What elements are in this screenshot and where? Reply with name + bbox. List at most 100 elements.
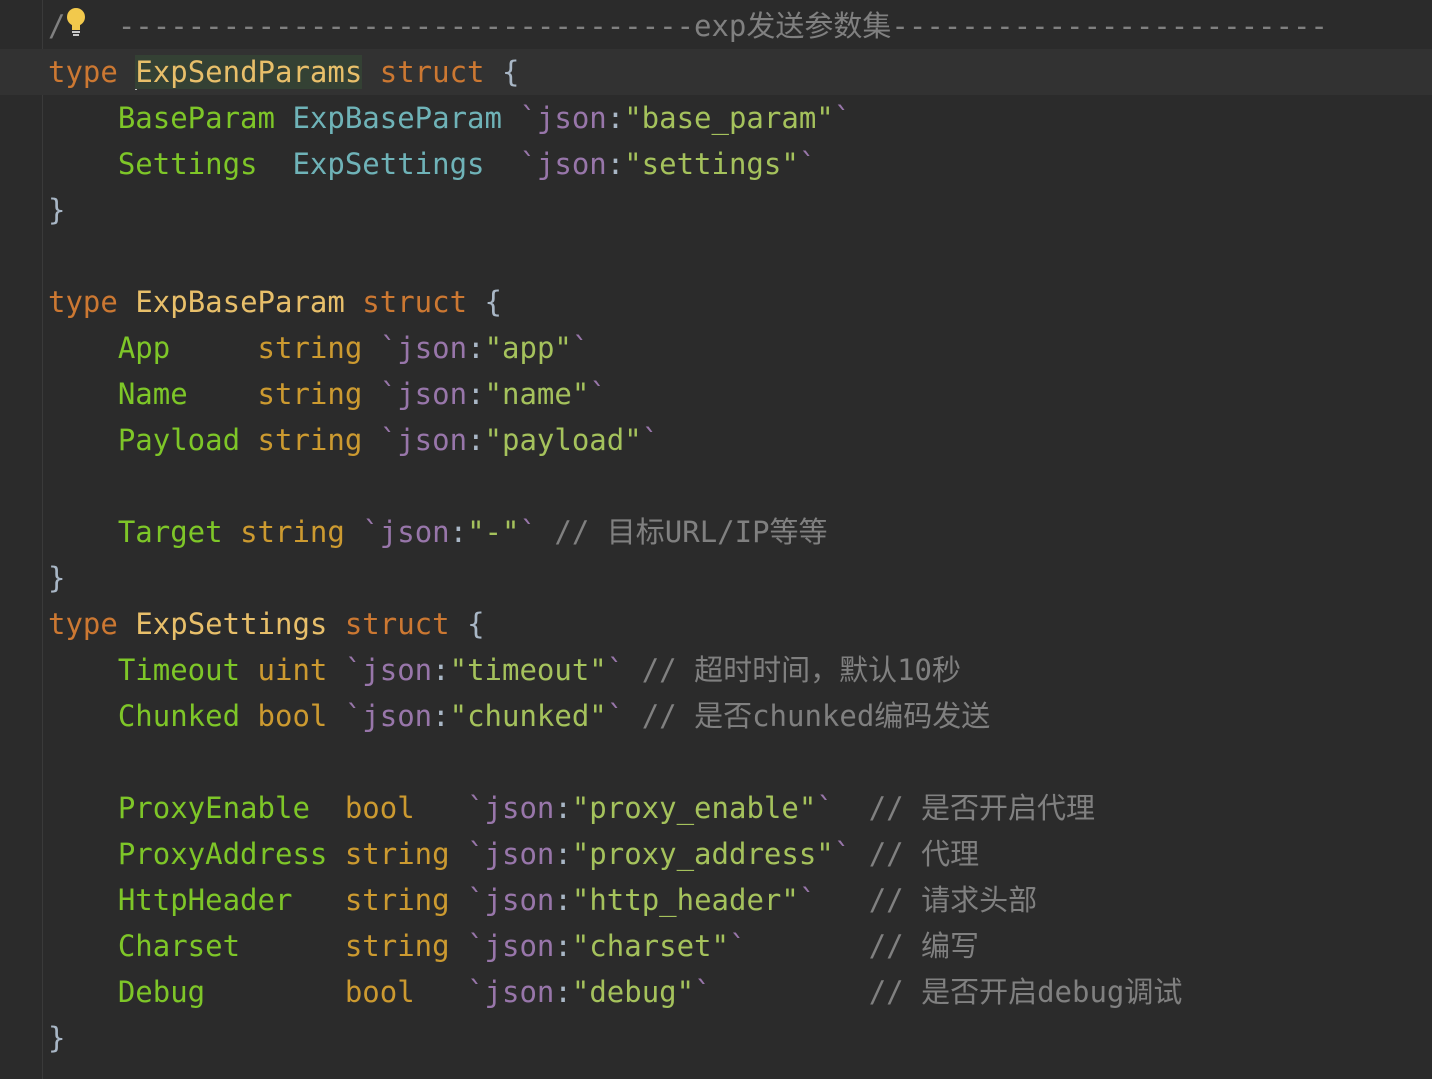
code-token: ProxyEnable (117, 791, 310, 825)
code-token: "payload" (484, 423, 642, 457)
code-token: } (48, 1021, 66, 1055)
code-line[interactable]: ProxyAddress string `json:"proxy_address… (48, 831, 1432, 877)
code-token: uint (257, 653, 328, 687)
code-token: ` (798, 883, 817, 917)
code-line[interactable]: Target string `json:"-"` // 目标URL/IP等等 (48, 509, 1432, 555)
code-token: HttpHeader (117, 883, 293, 917)
code-token: { (467, 607, 485, 641)
code-token: "name" (484, 377, 590, 411)
code-token: `json (467, 975, 555, 1009)
code-line[interactable]: } (48, 555, 1432, 601)
code-token: ` (833, 837, 852, 871)
code-token: ` (816, 791, 834, 825)
code-line[interactable]: type ExpSettings struct { (48, 601, 1432, 647)
code-token: string (344, 837, 450, 871)
code-token: ------------------------- (891, 9, 1328, 43)
code-line[interactable]: Name string `json:"name"` (48, 371, 1432, 417)
code-token: string (240, 515, 345, 549)
code-line[interactable]: type ExpSendParams struct { (48, 49, 1432, 95)
code-token: // 是否开启代理 (868, 791, 1096, 825)
code-token: "charset" (571, 929, 729, 963)
code-token: `json (519, 147, 607, 181)
code-token: struct (362, 55, 502, 89)
code-token: Payload (117, 423, 241, 457)
code-token: string (257, 423, 363, 457)
code-line[interactable] (48, 739, 1432, 785)
code-line[interactable]: Settings ExpSettings `json:"settings"` (48, 141, 1432, 187)
code-line[interactable]: HttpHeader string `json:"http_header"` /… (48, 877, 1432, 923)
code-line[interactable] (48, 463, 1432, 509)
code-token: `json (344, 653, 433, 687)
code-line[interactable]: } (48, 187, 1432, 233)
code-token: ` (571, 331, 590, 365)
code-line[interactable]: BaseParam ExpBaseParam `json:"base_param… (48, 95, 1432, 141)
code-line[interactable]: } (48, 1015, 1432, 1061)
code-token: Target (117, 515, 223, 549)
code-line[interactable] (48, 233, 1432, 279)
code-token: : (467, 331, 485, 365)
code-token: Debug (117, 975, 206, 1009)
code-line[interactable]: ProxyEnable bool `json:"proxy_enable"` /… (48, 785, 1432, 831)
code-token: // 是否开启debug调试 (868, 975, 1183, 1009)
code-token: App (117, 331, 171, 365)
code-line[interactable]: type ExpBaseParam struct { (48, 279, 1432, 325)
code-token: ExpBaseParam (135, 285, 345, 319)
code-line[interactable]: Chunked bool `json:"chunked"` // 是否chunk… (48, 693, 1432, 739)
code-line[interactable]: Charset string `json:"charset"` // 编写 (48, 923, 1432, 969)
code-token: --------------------------------- (65, 9, 695, 43)
code-token: `json (467, 791, 555, 825)
code-line[interactable]: Debug bool `json:"debug"` // 是否开启debug调试 (48, 969, 1432, 1015)
code-token: `json (379, 331, 468, 365)
code-token: : (606, 147, 625, 181)
code-token: ` (519, 515, 537, 549)
code-token: string (344, 929, 450, 963)
code-token: Name (117, 377, 188, 411)
code-token: "proxy_address" (571, 837, 834, 871)
code-token: "settings" (624, 147, 799, 181)
code-token: ` (606, 699, 625, 733)
code-token: ` (694, 975, 712, 1009)
code-line[interactable]: App string `json:"app"` (48, 325, 1432, 371)
code-token: "base_param" (624, 101, 834, 135)
code-token: "debug" (571, 975, 695, 1009)
lightbulb-icon[interactable] (63, 6, 89, 40)
code-token: `json (467, 883, 555, 917)
code-token: : (467, 423, 485, 457)
code-line[interactable]: Timeout uint `json:"timeout"` // 超时时间，默认… (48, 647, 1432, 693)
code-token: `json (467, 929, 555, 963)
code-token: : (554, 929, 572, 963)
code-editor[interactable]: / ---------------------------------exp发送… (48, 0, 1432, 1079)
code-token: "proxy_enable" (571, 791, 817, 825)
code-token: // 代理 (868, 837, 980, 871)
code-token: string (257, 377, 363, 411)
code-token: // 超时时间，默认10秒 (641, 653, 962, 687)
code-token: "-" (467, 515, 520, 549)
code-line[interactable]: / ---------------------------------exp发送… (48, 3, 1432, 49)
code-token: // 目标URL/IP等等 (554, 515, 828, 549)
code-line[interactable]: Payload string `json:"payload"` (48, 417, 1432, 463)
code-token: "chunked" (449, 699, 607, 733)
code-token: Settings (117, 147, 258, 181)
code-token: // 请求头部 (868, 883, 1038, 917)
code-token: type (48, 607, 136, 641)
